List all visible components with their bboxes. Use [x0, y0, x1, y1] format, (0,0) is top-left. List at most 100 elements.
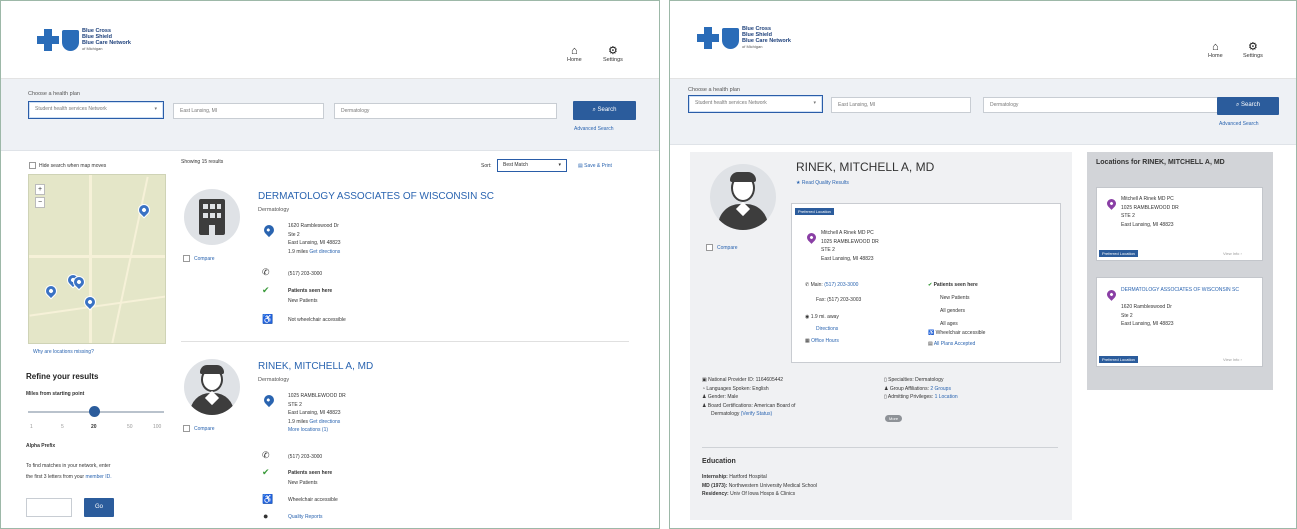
location-card: Preferred Location Mitchell A Rinek MD P… [791, 203, 1061, 363]
patients-title: Patients seen here [288, 470, 333, 476]
alpha-prefix-input[interactable] [26, 498, 72, 517]
view-info-link[interactable]: View Info › [1223, 357, 1242, 362]
search-button[interactable]: ⌕ Search [573, 101, 636, 120]
miles-tick: 5 [61, 424, 64, 430]
directions-link[interactable]: Directions [816, 326, 838, 332]
gear-icon: ⚙ [608, 45, 618, 57]
building-icon [199, 199, 225, 235]
provider-name-link[interactable]: DERMATOLOGY ASSOCIATES OF WISCONSIN SC [258, 191, 494, 202]
more-locations-link[interactable]: More locations (1) [288, 426, 346, 435]
provider-phone[interactable]: (517) 203-3000 [288, 271, 322, 277]
map-pin-icon[interactable] [42, 282, 60, 300]
sort-label: Sort: [481, 163, 492, 169]
preferred-badge: Preferred Location [1099, 356, 1138, 363]
search-results-screen: Blue Cross Blue Shield Blue Care Network o… [0, 0, 660, 529]
compare-checkbox[interactable] [183, 255, 190, 262]
plans-accepted[interactable]: ▤ All Plans Accepted [928, 341, 975, 347]
location-name-link[interactable]: DERMATOLOGY ASSOCIATES OF WISCONSIN SC [1121, 286, 1261, 295]
settings-nav[interactable]: ⚙ Settings [1243, 41, 1263, 59]
locations-link[interactable]: 1 Location [935, 394, 958, 400]
wheelchair-status: ♿ Wheelchair accessible [928, 330, 986, 336]
wheelchair-icon: ♿ [262, 494, 274, 504]
home-icon: ⌂ [571, 45, 578, 57]
location-input[interactable]: East Lansing, MI [173, 103, 324, 119]
plan-select[interactable]: Student health services Network ▾ [688, 95, 823, 113]
miles-tick: 1 [30, 424, 33, 430]
location-card[interactable]: Mitchell A Rinek MD PC 1025 RAMBLEWOOD D… [1096, 187, 1263, 261]
location-card[interactable]: DERMATOLOGY ASSOCIATES OF WISCONSIN SC 1… [1096, 277, 1263, 367]
view-info-link[interactable]: View Info › [1223, 251, 1242, 256]
missing-locations-link[interactable]: Why are locations missing? [33, 349, 94, 355]
specialty-input[interactable]: Dermatology [983, 97, 1229, 113]
refine-title: Refine your results [26, 372, 99, 381]
quality-icon: ● [263, 511, 269, 521]
compare-label[interactable]: Compare [194, 256, 215, 262]
fax-number: Fax: (517) 203-3003 [816, 297, 862, 303]
provider-name: RINEK, MITCHELL A, MD [796, 160, 935, 174]
alpha-help-text-2: the first 3 letters from your member ID. [26, 474, 112, 480]
get-directions-link[interactable]: Get directions [309, 419, 340, 425]
home-nav[interactable]: ⌂ Home [1208, 41, 1223, 59]
specialty-input[interactable]: Dermatology [334, 103, 557, 119]
compare-label[interactable]: Compare [194, 426, 215, 432]
main-phone[interactable]: ✆ Main: (517) 203-3000 [805, 282, 858, 288]
zoom-out-button[interactable]: − [35, 197, 45, 208]
sort-select[interactable]: Best Match ▾ [497, 159, 567, 172]
settings-nav[interactable]: ⚙ Settings [603, 45, 623, 63]
doctor-avatar [710, 164, 776, 230]
compare-checkbox[interactable] [183, 425, 190, 432]
provider-phone[interactable]: (517) 203-3000 [288, 454, 322, 460]
brand-logo[interactable]: Blue Cross Blue Shield Blue Care Network o… [37, 28, 132, 52]
office-hours[interactable]: ▦ Office Hours [805, 338, 839, 344]
home-icon: ⌂ [1212, 41, 1219, 53]
advanced-search-link[interactable]: Advanced Search [574, 126, 613, 132]
save-print-link[interactable]: ▤ Save & Print [578, 163, 612, 169]
compare-checkbox[interactable] [706, 244, 713, 251]
plan-select[interactable]: Student health services Network ▾ [28, 101, 164, 119]
miles-tick: 50 [127, 424, 133, 430]
search-bar: Choose a health plan Student health serv… [1, 79, 659, 151]
member-id-link[interactable]: member ID. [85, 474, 111, 480]
location-input[interactable]: East Lansing, MI [831, 97, 971, 113]
search-button[interactable]: ⌕ Search [1217, 97, 1279, 115]
patients-value: New Patients [288, 480, 318, 486]
shield-logo-icon [722, 27, 739, 49]
provider-name-link[interactable]: RINEK, MITCHELL A, MD [258, 361, 373, 372]
gear-icon: ⚙ [1248, 41, 1258, 53]
map-move-checkbox[interactable] [29, 162, 36, 169]
get-directions-link[interactable]: Get directions [309, 249, 340, 255]
locations-title: Locations for RINEK, MITCHELL A, MD [1096, 159, 1225, 166]
compare-label[interactable]: Compare [717, 245, 738, 251]
doctor-avatar [184, 359, 240, 415]
verify-status-link[interactable]: (Verify Status) [741, 411, 772, 417]
result-divider [181, 341, 629, 342]
more-details-pill[interactable]: More [885, 415, 903, 422]
patients-value: New Patients [940, 295, 970, 301]
site-header: Blue Cross Blue Shield Blue Care Network o… [670, 1, 1296, 79]
advanced-search-link[interactable]: Advanced Search [1219, 121, 1258, 127]
zoom-in-button[interactable]: + [35, 184, 45, 195]
facility-avatar [184, 189, 240, 245]
check-icon: ✔ [262, 467, 270, 477]
home-nav[interactable]: ⌂ Home [567, 45, 582, 63]
location-pin-icon [261, 392, 277, 408]
groups-link[interactable]: 2 Groups [930, 386, 951, 392]
preferred-badge: Preferred Location [1099, 250, 1138, 257]
provider-address: 1620 Rambleswood Dr Ste 2 East Lansing, … [288, 223, 341, 255]
location-pin-icon [1105, 197, 1118, 210]
cross-logo-icon [37, 29, 59, 51]
results-map[interactable]: + − [28, 174, 166, 344]
brand-logo[interactable]: Blue Cross Blue Shield Blue Care Network o… [697, 26, 792, 50]
phone-icon: ✆ [262, 267, 270, 277]
location-address: Mitchell A Rinek MD PC 1025 RAMBLEWOOD D… [1121, 196, 1179, 228]
go-button[interactable]: Go [84, 498, 114, 517]
education-title: Education [702, 458, 736, 465]
quality-results-link[interactable]: ★ Read Quality Results [796, 180, 849, 186]
locations-panel: Locations for RINEK, MITCHELL A, MD Mitc… [1087, 152, 1273, 390]
provider-detail-screen: Blue Cross Blue Shield Blue Care Network o… [669, 0, 1297, 529]
miles-slider-handle[interactable] [89, 406, 100, 417]
quality-reports-link[interactable]: Quality Reports [288, 514, 322, 520]
location-pin-icon [1105, 288, 1118, 301]
wheelchair-status: Not wheelchair accessible [288, 317, 346, 323]
location-address: 1620 Rambleswood Dr Ste 2 East Lansing, … [1121, 304, 1174, 327]
